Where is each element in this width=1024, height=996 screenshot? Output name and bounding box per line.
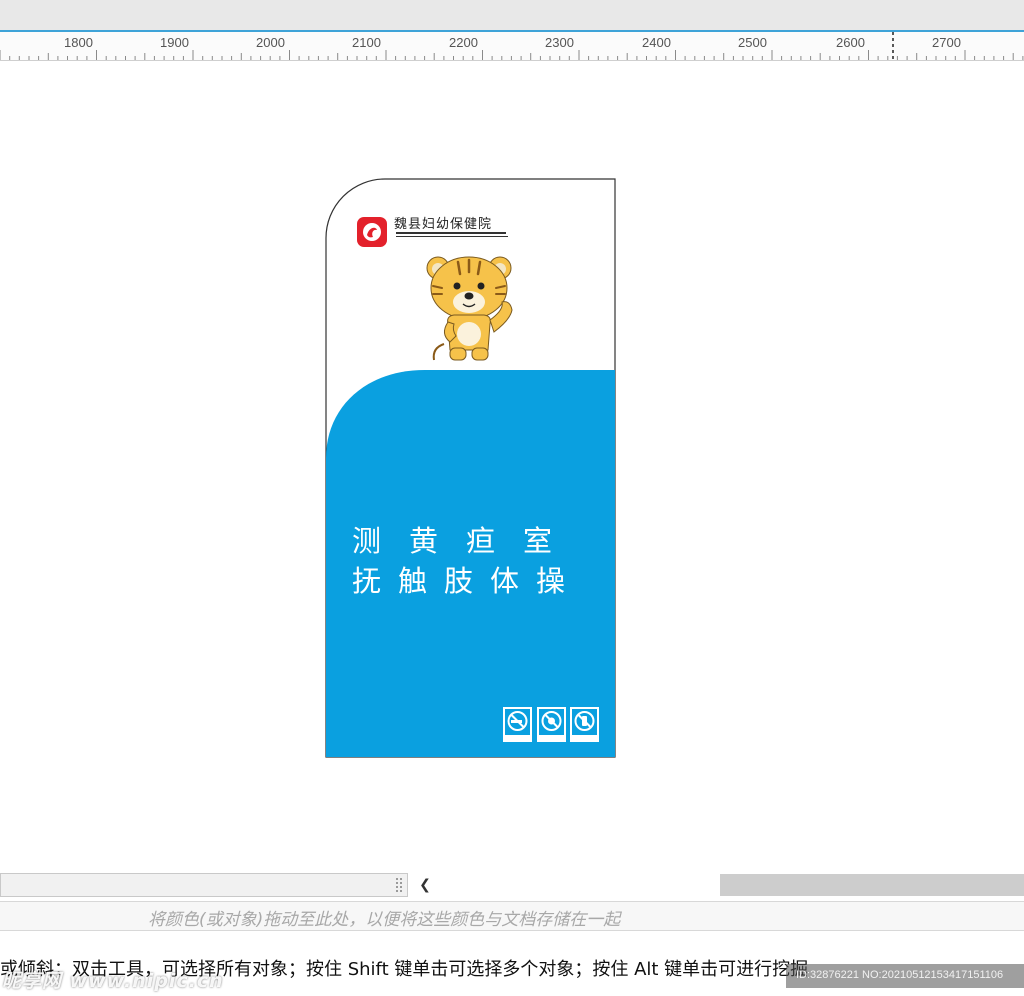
watermark-id-box: ID:32876221 NO:20210512153417151106 — [786, 964, 1024, 988]
top-toolbar — [0, 0, 1024, 30]
page-tab-scroll-track[interactable] — [0, 873, 408, 897]
resize-grip-icon[interactable] — [394, 876, 406, 894]
tiger-mascot-icon — [426, 256, 513, 361]
ruler-label: 2700 — [932, 35, 961, 50]
watermark-logo: 昵享网 www.nipic.cn — [2, 970, 224, 992]
hospital-underline — [396, 232, 506, 234]
hospital-logo-icon — [357, 217, 387, 247]
ruler-label: 2100 — [352, 35, 381, 50]
palette-drop-hint: 将颜色(或对象)拖动至此处，以便将这些颜色与文档存储在一起 — [148, 910, 621, 930]
no-phone-icon — [570, 707, 599, 742]
horizontal-ruler[interactable]: 1800 1900 2000 2100 2200 2300 2400 2500 … — [0, 32, 1024, 61]
scroll-left-arrow-icon[interactable]: ❮ — [413, 873, 437, 897]
ruler-label: 2200 — [449, 35, 478, 50]
watermark-id: ID:32876221 NO:20210512153417151106 — [796, 969, 1004, 981]
horizontal-scrollbar-thumb[interactable] — [720, 874, 1024, 896]
ruler-label: 2400 — [642, 35, 671, 50]
ruler-label: 2300 — [545, 35, 574, 50]
ruler-label: 1900 — [160, 35, 189, 50]
hospital-name: 魏县妇幼保健院 — [394, 217, 493, 232]
ruler-label: 2500 — [738, 35, 767, 50]
ruler-ticks — [0, 32, 1024, 60]
card-title-line2: 抚触肢体操 — [352, 564, 583, 598]
ruler-label: 1800 — [64, 35, 93, 50]
hospital-underline — [396, 236, 508, 237]
no-food-icon — [537, 707, 566, 742]
ruler-label: 2600 — [836, 35, 865, 50]
ruler-label: 2000 — [256, 35, 285, 50]
no-smoking-icon — [503, 707, 532, 742]
card-title-line1: 测黄疸室 — [352, 524, 581, 558]
